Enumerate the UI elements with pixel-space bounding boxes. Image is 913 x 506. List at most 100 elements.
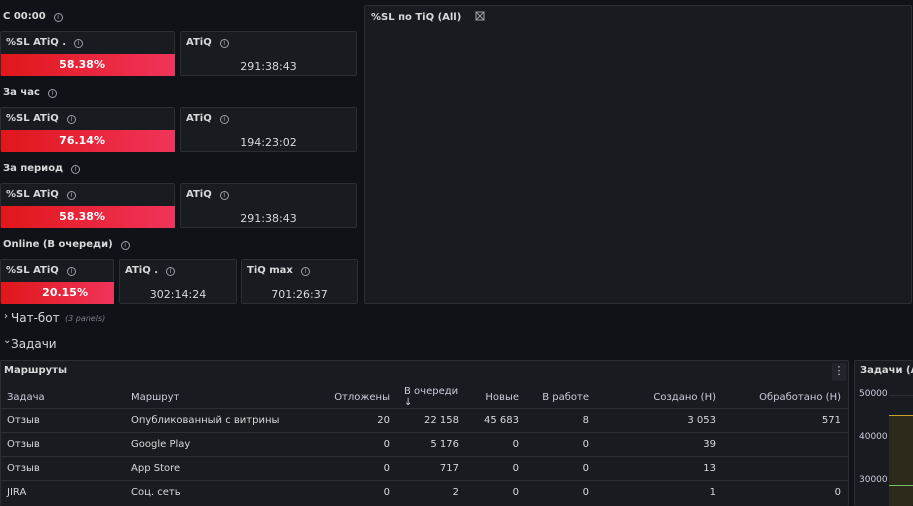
panel-title: Маршруты <box>4 365 67 376</box>
group-label: За час <box>3 87 40 98</box>
column-header[interactable]: Маршрут <box>124 386 307 409</box>
table-cell: 0 <box>307 480 397 505</box>
column-header[interactable]: Создано (Н) <box>596 386 723 409</box>
table-cell: Отзыв <box>0 432 124 457</box>
sl-bar: 58.38% <box>1 206 175 228</box>
table-cell: 13 <box>596 456 723 481</box>
sl-bar: 58.38% <box>1 54 175 76</box>
column-header-sorted[interactable]: В очереди ↓ <box>397 386 466 409</box>
table-cell: Google Play <box>124 432 307 457</box>
info-icon[interactable]: i <box>66 267 76 276</box>
group-label: Online (В очереди) <box>3 239 113 250</box>
y-tick-label: 30000 <box>859 475 888 485</box>
table-cell <box>723 432 848 457</box>
stat-panel-sl-period: %SL ATiQ i 58.38% <box>0 183 175 228</box>
chevron-right-icon: › <box>4 311 8 322</box>
group-label: За период <box>3 163 64 174</box>
table-cell: 0 <box>307 456 397 481</box>
info-icon[interactable]: i <box>47 89 57 98</box>
table-cell: 20 <box>307 408 397 433</box>
table-cell: Опубликованный с витрины <box>124 408 307 433</box>
stat-panel-sl-hour: %SL ATiQ i 76.14% <box>0 107 175 152</box>
table-cell: 0 <box>466 432 526 457</box>
column-header[interactable]: Задача <box>0 386 124 409</box>
table-cell: Отзыв <box>0 456 124 481</box>
column-header[interactable]: Обработано (Н) <box>723 386 848 409</box>
table-row: Отзыв Опубликованный с витрины 20 22 158… <box>0 408 848 433</box>
row-panel-count: (3 panels) <box>65 314 106 323</box>
info-icon[interactable]: i <box>219 115 229 124</box>
row-chatbot[interactable]: › Чат-бот (3 panels) <box>0 308 913 330</box>
table-cell: 22 158 <box>397 408 466 433</box>
table-cell: 3 053 <box>596 408 723 433</box>
column-header[interactable]: В работе <box>526 386 596 409</box>
table-cell: 0 <box>526 432 596 457</box>
sl-by-tiq-panel: %SL по TiQ (All) <box>364 5 912 304</box>
info-icon[interactable]: i <box>66 115 76 124</box>
stat-panel-atiq-online: ATiQ .i 302:14:24 <box>119 259 237 304</box>
table-row: Отзыв App Store 0 717 0 0 13 <box>0 456 848 481</box>
column-header[interactable]: Отложены <box>307 386 397 409</box>
row-title: Чат-бот <box>11 311 60 325</box>
stat-value: 291:38:43 <box>240 212 297 225</box>
stat-panel-sl-midnight: %SL ATiQ .i 58.38% <box>0 31 175 76</box>
table-cell: Отзыв <box>0 408 124 433</box>
panel-title: %SL ATiQ i <box>6 265 76 276</box>
stat-panel-tiq-max: TiQ max i 701:26:37 <box>241 259 358 304</box>
panel-title: TiQ max i <box>247 265 310 276</box>
table-cell: App Store <box>124 456 307 481</box>
stat-value: 302:14:24 <box>149 288 207 301</box>
grid-line <box>889 395 913 396</box>
stat-panel-atiq-midnight: ATiQ i 291:38:43 <box>180 31 357 76</box>
panel-title: %SL ATiQ .i <box>6 37 84 48</box>
info-icon[interactable]: i <box>120 241 130 250</box>
info-icon[interactable]: i <box>300 267 310 276</box>
info-icon[interactable]: i <box>66 191 76 200</box>
panel-title: %SL по TiQ (All) <box>371 11 485 24</box>
series-area <box>889 415 913 506</box>
group-label: С 00:00 <box>3 11 46 22</box>
routes-table: Задача Маршрут Отложены В очереди ↓ Новы… <box>0 386 848 505</box>
table-cell: 0 <box>466 480 526 505</box>
table-cell: 8 <box>526 408 596 433</box>
table-cell: 2 <box>397 480 466 505</box>
table-cell: 39 <box>596 432 723 457</box>
panel-title: ATiQ i <box>186 113 229 124</box>
table-cell: 1 <box>596 480 723 505</box>
table-cell: Соц. сеть <box>124 480 307 505</box>
table-cell: 717 <box>397 456 466 481</box>
panel-title: %SL ATiQ i <box>6 189 76 200</box>
table-cell: 0 <box>466 456 526 481</box>
table-row: Отзыв Google Play 0 5 176 0 0 39 <box>0 432 848 457</box>
sort-desc-icon: ↓ <box>404 397 413 408</box>
y-tick-label: 50000 <box>859 389 888 399</box>
info-icon[interactable]: i <box>219 191 229 200</box>
table-cell: 0 <box>526 456 596 481</box>
table-cell: JIRA <box>0 480 124 505</box>
panel-title: ATiQ .i <box>125 265 175 276</box>
table-cell: 5 176 <box>397 432 466 457</box>
table-cell: 0 <box>307 432 397 457</box>
panel-title: %SL ATiQ i <box>6 113 76 124</box>
info-icon[interactable]: i <box>71 165 81 174</box>
sl-bar: 20.15% <box>1 282 114 304</box>
info-icon[interactable]: i <box>74 39 84 48</box>
table-header-row: Задача Маршрут Отложены В очереди ↓ Новы… <box>0 386 848 409</box>
table-row: JIRA Соц. сеть 0 2 0 0 1 0 <box>0 480 848 505</box>
row-tasks[interactable]: ⌄ Задачи <box>0 333 913 355</box>
stat-panel-atiq-period: ATiQ i 291:38:43 <box>180 183 357 228</box>
series-line <box>889 415 913 416</box>
table-cell: 45 683 <box>466 408 526 433</box>
info-icon[interactable]: i <box>166 267 175 276</box>
table-cell: 0 <box>526 480 596 505</box>
panel-title: ATiQ i <box>186 37 229 48</box>
info-icon[interactable]: i <box>53 13 63 22</box>
stat-panel-sl-online: %SL ATiQ i 20.15% <box>0 259 114 304</box>
panel-menu-icon[interactable]: ⋮ <box>832 363 846 381</box>
no-data-icon <box>475 11 485 24</box>
table-cell <box>723 456 848 481</box>
tasks-chart-panel: Задачи (All) 50000 40000 30000 <box>854 360 913 506</box>
info-icon[interactable]: i <box>219 39 229 48</box>
column-header[interactable]: Новые <box>466 386 526 409</box>
row-title: Задачи <box>11 337 57 351</box>
